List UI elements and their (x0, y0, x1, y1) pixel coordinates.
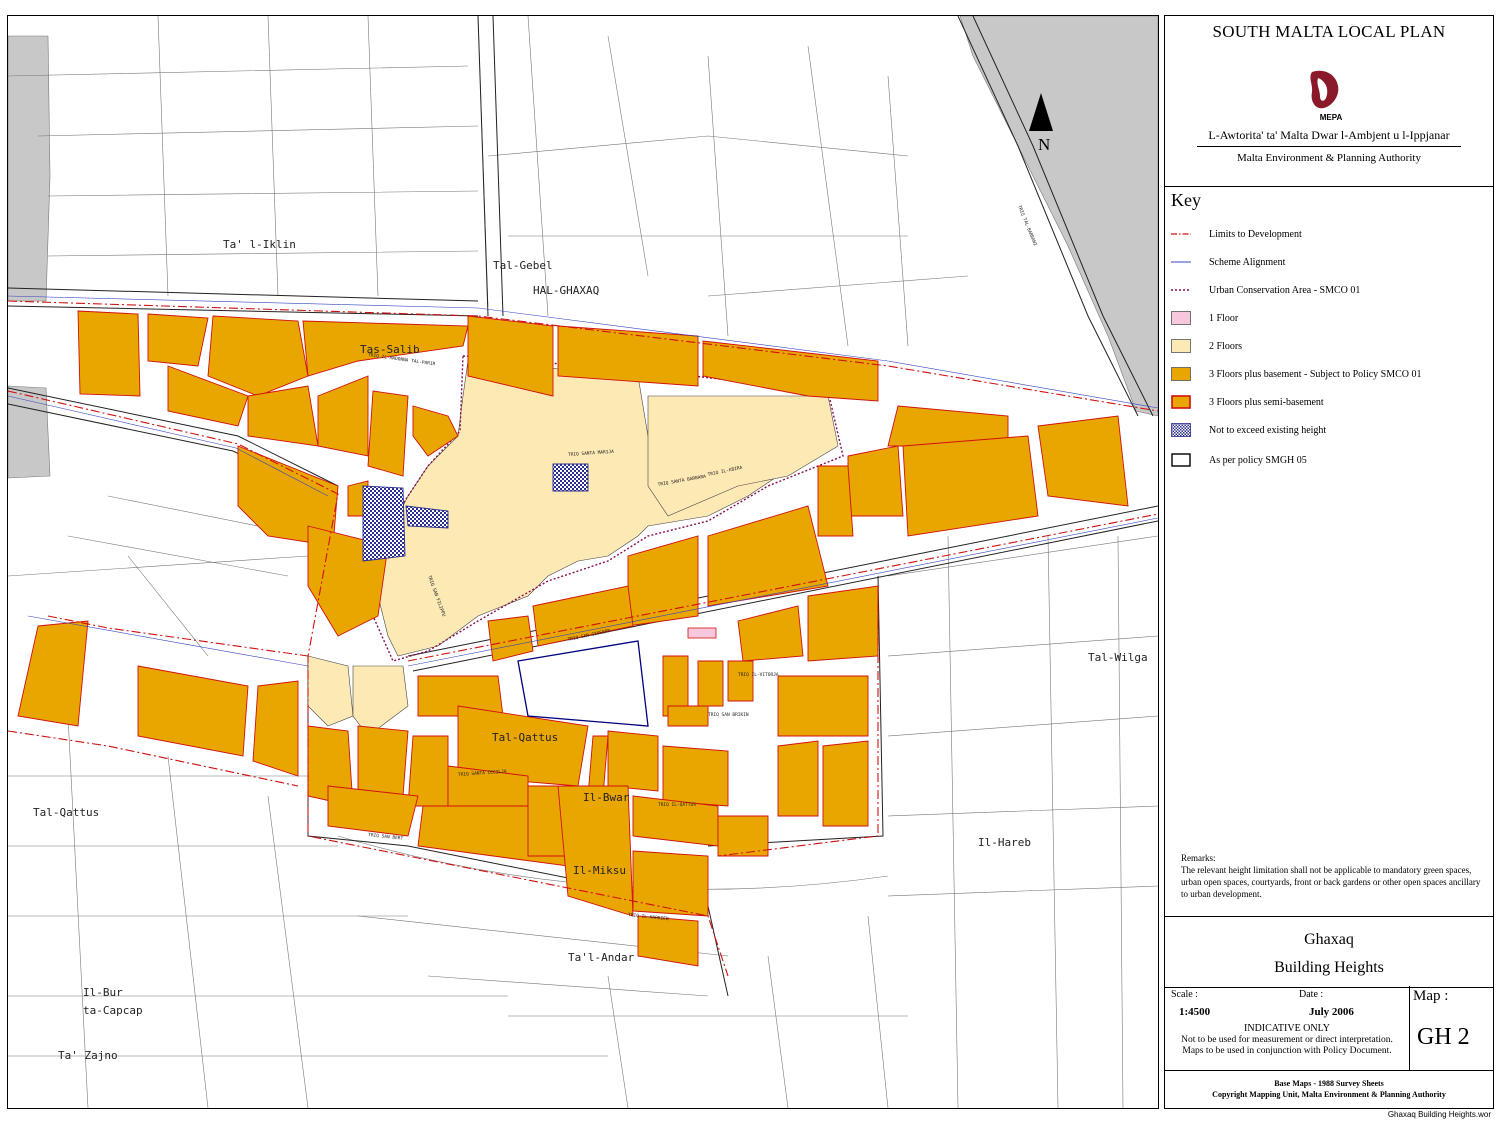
zone-one-floor[interactable] (687, 627, 717, 639)
place-label: Ta' Zajno (58, 1049, 118, 1062)
scale-label: Scale : (1171, 989, 1198, 1000)
map-title-block: Ghaxaq Building Heights (1165, 916, 1493, 988)
map-place-name: Ghaxaq (1304, 931, 1354, 948)
place-label: ta-Capcap (83, 1004, 143, 1017)
key-item-semi-basement: 3 Floors plus semi-basement (1171, 394, 1324, 410)
place-label: Il-Bwar (583, 791, 630, 804)
usage-note: Not to be used for measurement or direct… (1181, 1035, 1393, 1045)
key-label: 2 Floors (1209, 340, 1243, 352)
place-label: Tal-Qattus (33, 806, 99, 819)
dash-dot-red-line-icon (1171, 233, 1191, 235)
map-number-label: Map : (1413, 988, 1449, 1004)
credit-line: Base Maps - 1988 Survey Sheets (1274, 1079, 1384, 1088)
place-label: Il-Miksu (573, 864, 626, 877)
title-header: SOUTH MALTA LOCAL PLAN MEPA L-Awtorita' … (1165, 16, 1493, 187)
scale-date-block: Scale : 1:4500 Date : July 2006 INDICATI… (1165, 986, 1410, 1070)
plan-title: SOUTH MALTA LOCAL PLAN (1212, 22, 1446, 41)
black-outline-box-icon (1171, 453, 1191, 467)
street-label: TRIQ SAN BRIKIN (708, 712, 749, 718)
place-label: Tal-Gebel (493, 259, 553, 272)
blue-checker-box-icon (1171, 423, 1191, 437)
key-item-existing-height: Not to exceed existing height (1171, 422, 1326, 438)
key-item-smgh05: As per policy SMGH 05 (1171, 452, 1307, 468)
place-label: Il-Bur (83, 986, 123, 999)
usage-notes: Not to be used for measurement or direct… (1165, 1035, 1409, 1057)
divider (1197, 146, 1461, 147)
street-label: TRIQ TAL-BARRANI (1016, 205, 1038, 248)
street-label: TRIQ IL-QATTUS (658, 802, 696, 808)
mepa-logo-icon (1310, 70, 1339, 109)
outside-area-northeast (959, 16, 1158, 417)
base-map-linework (8, 16, 1158, 1108)
key-label: 3 Floors plus basement - Subject to Poli… (1209, 368, 1422, 380)
base-map-credit: Base Maps - 1988 Survey Sheets Copyright… (1165, 1070, 1493, 1108)
place-label: Tal-Wilga (1088, 651, 1148, 664)
authority-name-maltese: L-Awtorita' ta' Malta Dwar l-Ambjent u l… (1208, 128, 1450, 142)
key-title: Key (1171, 190, 1201, 210)
cream-box-icon (1171, 339, 1191, 353)
scale-value: 1:4500 (1179, 1006, 1211, 1018)
place-label: HAL-GHAXAQ (533, 284, 599, 297)
file-name: Ghaxaq Building Heights.wor (1387, 1110, 1491, 1119)
map-info-block: Scale : 1:4500 Date : July 2006 INDICATI… (1165, 986, 1493, 1071)
map-subject: Building Heights (1274, 959, 1384, 976)
pink-box-icon (1171, 311, 1191, 325)
usage-note: Maps to be used in conjunction with Poli… (1182, 1046, 1392, 1056)
legend-panel: SOUTH MALTA LOCAL PLAN MEPA L-Awtorita' … (1164, 15, 1494, 1109)
orange-red-box-icon (1171, 395, 1191, 409)
date-value: July 2006 (1309, 1006, 1354, 1018)
key-item-limits: Limits to Development (1171, 226, 1302, 242)
key-label: Urban Conservation Area - SMCO 01 (1209, 284, 1361, 296)
remarks-heading: Remarks: (1181, 853, 1216, 863)
place-label: Tal-Qattus (492, 731, 558, 744)
credit-line: Copyright Mapping Unit, Malta Environmen… (1212, 1090, 1446, 1099)
authority-name-english: Malta Environment & Planning Authority (1237, 152, 1421, 164)
key-label: 1 Floor (1209, 312, 1239, 324)
place-label: Ta'l-Andar (568, 951, 635, 964)
remarks-text: The relevant height limitation shall not… (1181, 865, 1481, 899)
zone-policy-smgh05[interactable] (517, 640, 649, 727)
place-label: Il-Hareb (978, 836, 1031, 849)
key-label: 3 Floors plus semi-basement (1209, 396, 1324, 408)
key-label: Not to exceed existing height (1209, 424, 1327, 436)
map-number: GH 2 (1417, 1024, 1470, 1050)
indicative-notice: INDICATIVE ONLY (1244, 1023, 1330, 1034)
key-label: Limits to Development (1209, 228, 1302, 240)
orange-box-icon (1171, 367, 1191, 381)
date-label: Date : (1299, 989, 1324, 1000)
svg-text:N: N (1038, 135, 1050, 154)
key-label: Scheme Alignment (1209, 256, 1286, 268)
dotted-purple-line-icon (1171, 289, 1191, 291)
key-label: As per policy SMGH 05 (1209, 454, 1307, 466)
key-item-three-floors-basement: 3 Floors plus basement - Subject to Poli… (1171, 366, 1422, 382)
key-item-one-floor: 1 Floor (1171, 310, 1238, 326)
key-item-scheme: Scheme Alignment (1171, 254, 1285, 270)
place-label: Ta' l-Iklin (223, 238, 296, 251)
key-item-two-floors: 2 Floors (1171, 338, 1242, 354)
logo-text: MEPA (1319, 113, 1343, 122)
blue-line-icon (1171, 261, 1191, 263)
map-canvas[interactable]: N Ta' l-Iklin Tal-Gebel HAL-GHAXAQ Tas-Sali… (7, 15, 1159, 1109)
street-label: TRIQ IL-VITORJA (738, 672, 779, 678)
key-item-conservation: Urban Conservation Area - SMCO 01 (1171, 282, 1360, 298)
